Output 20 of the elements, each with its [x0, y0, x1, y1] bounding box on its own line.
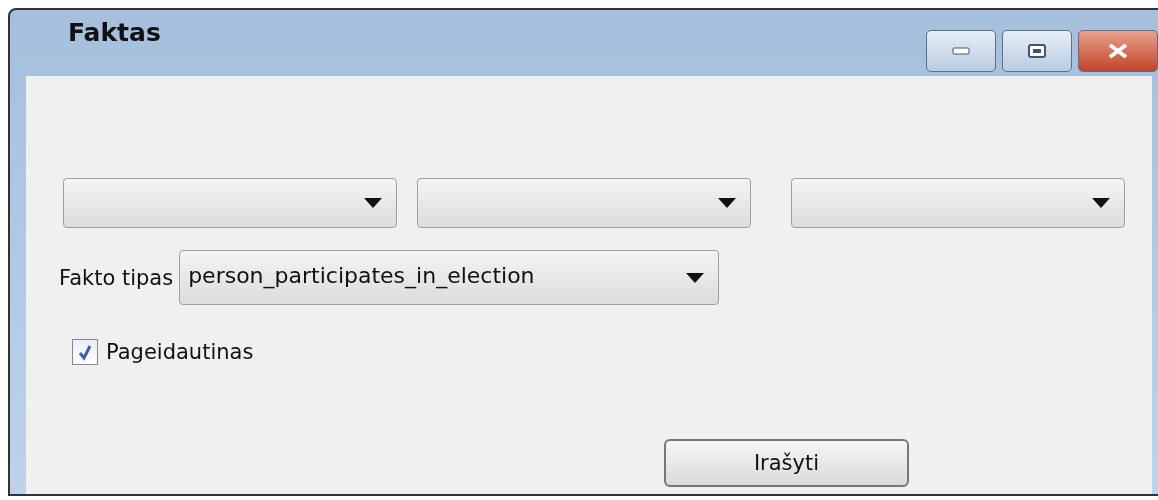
maximize-button[interactable]	[1002, 30, 1072, 72]
dropdown-arrow-icon	[364, 198, 382, 208]
dropdown-arrow-icon	[686, 273, 705, 283]
checkbox-label: Pageidautinas	[106, 340, 254, 364]
checkbox[interactable]	[72, 339, 98, 365]
dropdown-arrow-icon	[718, 198, 736, 208]
close-button[interactable]	[1078, 30, 1158, 72]
save-button[interactable]: Irašyti	[664, 439, 909, 487]
fact-type-dropdown[interactable]: person_participates_in_election	[179, 250, 720, 305]
dropdown-arrow-icon	[1092, 198, 1110, 208]
dropdown[interactable]	[63, 178, 397, 228]
dropdown[interactable]	[417, 178, 751, 228]
fact-type-label: Fakto tipas	[59, 265, 174, 290]
checkmark-icon	[76, 343, 94, 361]
maximize-icon	[1028, 44, 1046, 58]
window-title: Faktas	[68, 18, 161, 47]
minimize-button[interactable]	[926, 30, 996, 72]
dropdown[interactable]	[791, 178, 1125, 228]
minimize-icon	[952, 47, 970, 55]
close-icon	[1107, 43, 1129, 59]
